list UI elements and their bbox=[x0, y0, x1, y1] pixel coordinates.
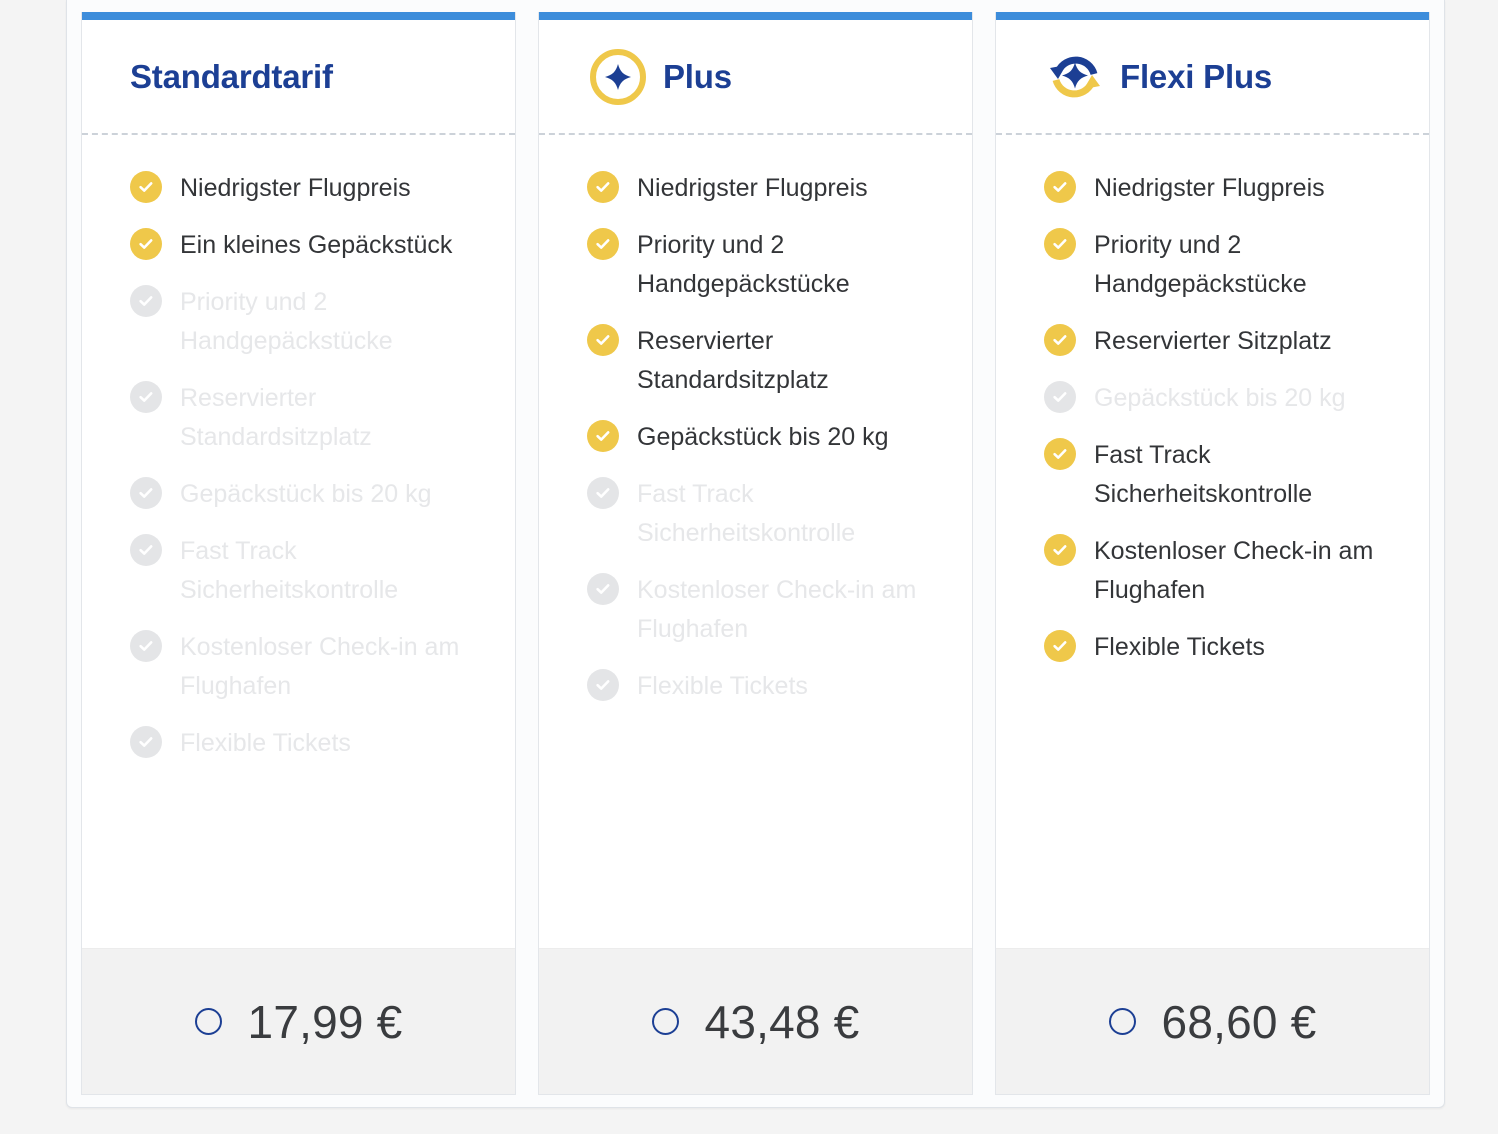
flexi-sync-plus-icon bbox=[1044, 46, 1106, 108]
feature-item: Fast Track Sicherheitskontrolle bbox=[1044, 436, 1399, 514]
check-circle-icon bbox=[1044, 630, 1076, 662]
feature-label: Priority und 2 Handgepäckstücke bbox=[180, 288, 393, 355]
feature-item: Niedrigster Flugpreis bbox=[130, 169, 485, 208]
feature-label: Kostenloser Check-in am Flughafen bbox=[637, 576, 917, 643]
fare-radio-button[interactable] bbox=[651, 1008, 679, 1035]
feature-item-disabled: Gepäckstück bis 20 kg bbox=[1044, 379, 1399, 418]
feature-list: Niedrigster Flugpreis Priority und 2 Han… bbox=[996, 135, 1429, 948]
fare-radio-button[interactable] bbox=[1108, 1008, 1136, 1035]
fare-title: Plus bbox=[663, 57, 732, 95]
feature-label: Flexible Tickets bbox=[180, 729, 351, 757]
fare-title: Standardtarif bbox=[130, 57, 333, 95]
check-circle-icon bbox=[587, 228, 619, 260]
card-header: Plus bbox=[539, 20, 972, 135]
check-circle-icon bbox=[587, 171, 619, 203]
check-circle-icon bbox=[130, 171, 162, 203]
card-header: Standardtarif bbox=[82, 20, 515, 135]
feature-item-disabled: Priority und 2 Handgepäckstücke bbox=[130, 283, 485, 361]
feature-item: Kostenloser Check-in am Flughafen bbox=[1044, 532, 1399, 610]
feature-label: Fast Track Sicherheitskontrolle bbox=[637, 480, 856, 547]
feature-list: Niedrigster Flugpreis Ein kleines Gepäck… bbox=[82, 135, 515, 948]
check-circle-icon bbox=[587, 420, 619, 452]
feature-list: Niedrigster Flugpreis Priority und 2 Han… bbox=[539, 135, 972, 948]
feature-item-disabled: Kostenloser Check-in am Flughafen bbox=[587, 571, 942, 649]
check-circle-icon bbox=[1044, 171, 1076, 203]
feature-item: Niedrigster Flugpreis bbox=[1044, 169, 1399, 208]
fare-price-footer[interactable]: 17,99 € bbox=[82, 948, 515, 1094]
feature-label: Kostenloser Check-in am Flughafen bbox=[180, 633, 460, 700]
check-circle-icon bbox=[130, 381, 162, 413]
feature-label: Fast Track Sicherheitskontrolle bbox=[1094, 441, 1313, 508]
card-accent-bar bbox=[539, 12, 972, 20]
feature-label: Niedrigster Flugpreis bbox=[637, 174, 868, 202]
card-accent-bar bbox=[996, 12, 1429, 20]
feature-item: Flexible Tickets bbox=[1044, 628, 1399, 667]
check-circle-icon bbox=[1044, 438, 1076, 470]
feature-item-disabled: Fast Track Sicherheitskontrolle bbox=[130, 532, 485, 610]
check-circle-icon bbox=[587, 477, 619, 509]
feature-label: Ein kleines Gepäckstück bbox=[180, 231, 453, 259]
check-circle-icon bbox=[587, 573, 619, 605]
feature-label: Gepäckstück bis 20 kg bbox=[180, 480, 432, 508]
card-header: Flexi Plus bbox=[996, 20, 1429, 135]
fare-cards-row: Standardtarif Niedrigster Flugpreis Ein … bbox=[81, 12, 1430, 1095]
check-circle-icon bbox=[130, 630, 162, 662]
feature-label: Reservierter Standardsitzplatz bbox=[180, 384, 372, 451]
check-circle-icon bbox=[130, 534, 162, 566]
feature-item: Niedrigster Flugpreis bbox=[587, 169, 942, 208]
feature-item: Gepäckstück bis 20 kg bbox=[587, 418, 942, 457]
fare-price: 68,60 € bbox=[1161, 995, 1317, 1048]
feature-item-disabled: Flexible Tickets bbox=[587, 667, 942, 706]
feature-item-disabled: Flexible Tickets bbox=[130, 724, 485, 763]
feature-item: Priority und 2 Handgepäckstücke bbox=[1044, 226, 1399, 304]
fare-price: 17,99 € bbox=[247, 995, 403, 1048]
check-circle-icon bbox=[130, 285, 162, 317]
feature-label: Flexible Tickets bbox=[1094, 633, 1265, 661]
card-accent-bar bbox=[82, 12, 515, 20]
fare-price-footer[interactable]: 68,60 € bbox=[996, 948, 1429, 1094]
feature-label: Priority und 2 Handgepäckstücke bbox=[1094, 231, 1307, 298]
fare-card-plus[interactable]: Plus Niedrigster Flugpreis Priority und … bbox=[538, 12, 973, 1095]
fare-card-standardtarif[interactable]: Standardtarif Niedrigster Flugpreis Ein … bbox=[81, 12, 516, 1095]
fare-price: 43,48 € bbox=[704, 995, 860, 1048]
feature-label: Priority und 2 Handgepäckstücke bbox=[637, 231, 850, 298]
fare-selection-widget: Standardtarif Niedrigster Flugpreis Ein … bbox=[66, 0, 1445, 1108]
check-circle-icon bbox=[587, 324, 619, 356]
feature-label: Niedrigster Flugpreis bbox=[180, 174, 411, 202]
feature-label: Flexible Tickets bbox=[637, 672, 808, 700]
feature-item: Reservierter Sitzplatz bbox=[1044, 322, 1399, 361]
feature-label: Gepäckstück bis 20 kg bbox=[1094, 384, 1346, 412]
check-circle-icon bbox=[130, 228, 162, 260]
check-circle-icon bbox=[587, 669, 619, 701]
feature-label: Niedrigster Flugpreis bbox=[1094, 174, 1325, 202]
feature-label: Gepäckstück bis 20 kg bbox=[637, 423, 889, 451]
feature-item: Reservierter Standardsitzplatz bbox=[587, 322, 942, 400]
fare-radio-button[interactable] bbox=[194, 1008, 222, 1035]
fare-price-footer[interactable]: 43,48 € bbox=[539, 948, 972, 1094]
feature-item: Priority und 2 Handgepäckstücke bbox=[587, 226, 942, 304]
check-circle-icon bbox=[130, 477, 162, 509]
check-circle-icon bbox=[130, 726, 162, 758]
check-circle-icon bbox=[1044, 381, 1076, 413]
feature-item-disabled: Kostenloser Check-in am Flughafen bbox=[130, 628, 485, 706]
fare-card-flexi-plus[interactable]: Flexi Plus Niedrigster Flugpreis Priorit… bbox=[995, 12, 1430, 1095]
feature-item-disabled: Gepäckstück bis 20 kg bbox=[130, 475, 485, 514]
plus-circle-icon bbox=[587, 46, 649, 108]
check-circle-icon bbox=[1044, 324, 1076, 356]
fare-title: Flexi Plus bbox=[1120, 57, 1273, 95]
feature-label: Fast Track Sicherheitskontrolle bbox=[180, 537, 399, 604]
feature-item-disabled: Fast Track Sicherheitskontrolle bbox=[587, 475, 942, 553]
feature-item: Ein kleines Gepäckstück bbox=[130, 226, 485, 265]
feature-label: Kostenloser Check-in am Flughafen bbox=[1094, 537, 1374, 604]
feature-item-disabled: Reservierter Standardsitzplatz bbox=[130, 379, 485, 457]
feature-label: Reservierter Sitzplatz bbox=[1094, 327, 1332, 355]
check-circle-icon bbox=[1044, 534, 1076, 566]
feature-label: Reservierter Standardsitzplatz bbox=[637, 327, 829, 394]
check-circle-icon bbox=[1044, 228, 1076, 260]
